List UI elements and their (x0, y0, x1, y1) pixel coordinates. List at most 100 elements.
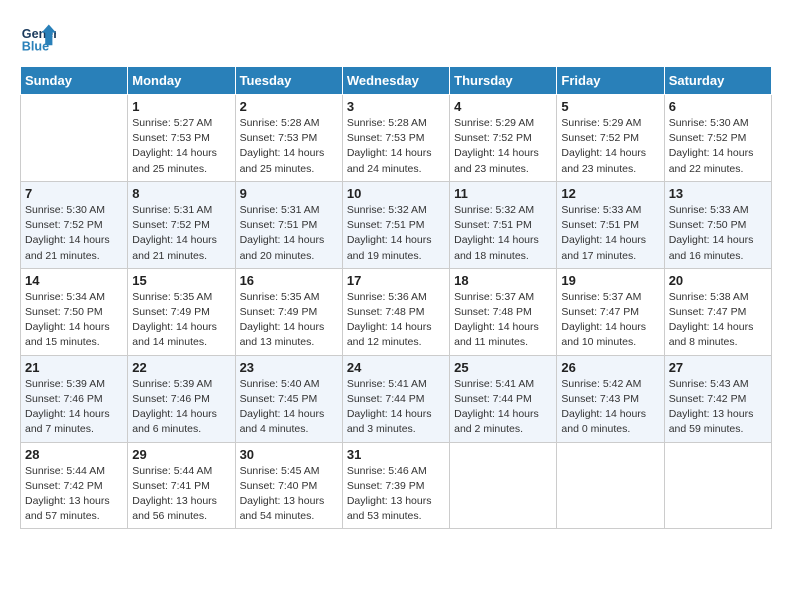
day-number: 31 (347, 447, 445, 462)
page-header: General Blue (20, 20, 772, 56)
calendar-cell: 1 Sunrise: 5:27 AM Sunset: 7:53 PM Daylig… (128, 95, 235, 182)
calendar-cell: 23Sunrise: 5:40 AM Sunset: 7:45 PM Dayli… (235, 355, 342, 442)
svg-text:Blue: Blue (22, 40, 49, 54)
day-number: 16 (240, 273, 338, 288)
week-row-2: 7 Sunrise: 5:30 AM Sunset: 7:52 PM Daylig… (21, 181, 772, 268)
day-number: 25 (454, 360, 552, 375)
day-number: 1 (132, 99, 230, 114)
day-number: 7 (25, 186, 123, 201)
calendar-cell: 27 Sunrise: 5:43 AM Sunset: 7:42 PM Dayli… (664, 355, 771, 442)
logo: General Blue (20, 20, 60, 56)
week-row-3: 14 Sunrise: 5:34 AM Sunset: 7:50 PM Dayli… (21, 268, 772, 355)
day-info: Sunrise: 5:33 AM Sunset: 7:51 PM Dayligh… (561, 203, 659, 264)
day-info: Sunrise: 5:27 AM Sunset: 7:53 PM Dayligh… (132, 116, 230, 177)
calendar-cell: 6Sunrise: 5:30 AM Sunset: 7:52 PM Daylig… (664, 95, 771, 182)
day-info: Sunrise: 5:45 AM Sunset: 7:40 PM Dayligh… (240, 464, 338, 525)
day-number: 15 (132, 273, 230, 288)
day-info: Sunrise: 5:41 AM Sunset: 7:44 PM Dayligh… (454, 377, 552, 438)
calendar-cell: 31 Sunrise: 5:46 AM Sunset: 7:39 PM Dayli… (342, 442, 449, 529)
day-number: 2 (240, 99, 338, 114)
day-info: Sunrise: 5:33 AM Sunset: 7:50 PM Dayligh… (669, 203, 767, 264)
day-number: 9 (240, 186, 338, 201)
day-number: 13 (669, 186, 767, 201)
day-info: Sunrise: 5:43 AM Sunset: 7:42 PM Dayligh… (669, 377, 767, 438)
weekday-header-sunday: Sunday (21, 67, 128, 95)
logo-icon: General Blue (20, 20, 56, 56)
day-number: 5 (561, 99, 659, 114)
calendar-cell (557, 442, 664, 529)
day-number: 18 (454, 273, 552, 288)
day-info: Sunrise: 5:32 AM Sunset: 7:51 PM Dayligh… (347, 203, 445, 264)
day-number: 3 (347, 99, 445, 114)
calendar-cell: 22 Sunrise: 5:39 AM Sunset: 7:46 PM Dayli… (128, 355, 235, 442)
day-number: 8 (132, 186, 230, 201)
calendar-cell (664, 442, 771, 529)
day-info: Sunrise: 5:44 AM Sunset: 7:41 PM Dayligh… (132, 464, 230, 525)
day-number: 22 (132, 360, 230, 375)
day-info: Sunrise: 5:44 AM Sunset: 7:42 PM Dayligh… (25, 464, 123, 525)
weekday-header-saturday: Saturday (664, 67, 771, 95)
calendar-cell: 30 Sunrise: 5:45 AM Sunset: 7:40 PM Dayli… (235, 442, 342, 529)
day-info: Sunrise: 5:46 AM Sunset: 7:39 PM Dayligh… (347, 464, 445, 525)
day-info: Sunrise: 5:28 AM Sunset: 7:53 PM Dayligh… (240, 116, 338, 177)
calendar-cell: 28 Sunrise: 5:44 AM Sunset: 7:42 PM Dayli… (21, 442, 128, 529)
calendar-cell: 18 Sunrise: 5:37 AM Sunset: 7:48 PM Dayli… (450, 268, 557, 355)
day-info: Sunrise: 5:37 AM Sunset: 7:47 PM Dayligh… (561, 290, 659, 351)
day-number: 27 (669, 360, 767, 375)
calendar-cell: 13 Sunrise: 5:33 AM Sunset: 7:50 PM Dayli… (664, 181, 771, 268)
calendar-cell: 16 Sunrise: 5:35 AM Sunset: 7:49 PM Dayli… (235, 268, 342, 355)
day-info: Sunrise: 5:36 AM Sunset: 7:48 PM Dayligh… (347, 290, 445, 351)
calendar-cell: 5 Sunrise: 5:29 AM Sunset: 7:52 PM Daylig… (557, 95, 664, 182)
day-info: Sunrise: 5:31 AM Sunset: 7:51 PM Dayligh… (240, 203, 338, 264)
day-number: 30 (240, 447, 338, 462)
day-info: Sunrise: 5:41 AM Sunset: 7:44 PM Dayligh… (347, 377, 445, 438)
day-info: Sunrise: 5:37 AM Sunset: 7:48 PM Dayligh… (454, 290, 552, 351)
calendar-cell: 2 Sunrise: 5:28 AM Sunset: 7:53 PM Daylig… (235, 95, 342, 182)
day-info: Sunrise: 5:28 AM Sunset: 7:53 PM Dayligh… (347, 116, 445, 177)
calendar-cell: 29Sunrise: 5:44 AM Sunset: 7:41 PM Dayli… (128, 442, 235, 529)
day-number: 14 (25, 273, 123, 288)
weekday-header-row: SundayMondayTuesdayWednesdayThursdayFrid… (21, 67, 772, 95)
day-info: Sunrise: 5:40 AM Sunset: 7:45 PM Dayligh… (240, 377, 338, 438)
calendar-cell (21, 95, 128, 182)
day-info: Sunrise: 5:39 AM Sunset: 7:46 PM Dayligh… (25, 377, 123, 438)
calendar-cell: 21Sunrise: 5:39 AM Sunset: 7:46 PM Dayli… (21, 355, 128, 442)
calendar-cell: 14 Sunrise: 5:34 AM Sunset: 7:50 PM Dayli… (21, 268, 128, 355)
day-info: Sunrise: 5:38 AM Sunset: 7:47 PM Dayligh… (669, 290, 767, 351)
day-number: 28 (25, 447, 123, 462)
day-number: 12 (561, 186, 659, 201)
calendar-cell: 10 Sunrise: 5:32 AM Sunset: 7:51 PM Dayli… (342, 181, 449, 268)
calendar-cell: 19Sunrise: 5:37 AM Sunset: 7:47 PM Dayli… (557, 268, 664, 355)
weekday-header-wednesday: Wednesday (342, 67, 449, 95)
day-info: Sunrise: 5:29 AM Sunset: 7:52 PM Dayligh… (561, 116, 659, 177)
weekday-header-friday: Friday (557, 67, 664, 95)
weekday-header-thursday: Thursday (450, 67, 557, 95)
calendar-table: SundayMondayTuesdayWednesdayThursdayFrid… (20, 66, 772, 529)
day-info: Sunrise: 5:32 AM Sunset: 7:51 PM Dayligh… (454, 203, 552, 264)
day-number: 20 (669, 273, 767, 288)
day-info: Sunrise: 5:29 AM Sunset: 7:52 PM Dayligh… (454, 116, 552, 177)
calendar-cell: 24 Sunrise: 5:41 AM Sunset: 7:44 PM Dayli… (342, 355, 449, 442)
calendar-cell: 9 Sunrise: 5:31 AM Sunset: 7:51 PM Daylig… (235, 181, 342, 268)
day-info: Sunrise: 5:35 AM Sunset: 7:49 PM Dayligh… (132, 290, 230, 351)
day-info: Sunrise: 5:39 AM Sunset: 7:46 PM Dayligh… (132, 377, 230, 438)
day-info: Sunrise: 5:35 AM Sunset: 7:49 PM Dayligh… (240, 290, 338, 351)
calendar-cell: 3 Sunrise: 5:28 AM Sunset: 7:53 PM Daylig… (342, 95, 449, 182)
day-number: 10 (347, 186, 445, 201)
week-row-5: 28 Sunrise: 5:44 AM Sunset: 7:42 PM Dayli… (21, 442, 772, 529)
calendar-cell: 12 Sunrise: 5:33 AM Sunset: 7:51 PM Dayli… (557, 181, 664, 268)
day-number: 4 (454, 99, 552, 114)
calendar-cell: 7 Sunrise: 5:30 AM Sunset: 7:52 PM Daylig… (21, 181, 128, 268)
day-number: 24 (347, 360, 445, 375)
calendar-cell: 25 Sunrise: 5:41 AM Sunset: 7:44 PM Dayli… (450, 355, 557, 442)
week-row-1: 1 Sunrise: 5:27 AM Sunset: 7:53 PM Daylig… (21, 95, 772, 182)
weekday-header-monday: Monday (128, 67, 235, 95)
day-info: Sunrise: 5:34 AM Sunset: 7:50 PM Dayligh… (25, 290, 123, 351)
calendar-cell: 8Sunrise: 5:31 AM Sunset: 7:52 PM Daylig… (128, 181, 235, 268)
calendar-cell (450, 442, 557, 529)
day-number: 26 (561, 360, 659, 375)
day-number: 11 (454, 186, 552, 201)
calendar-cell: 15 Sunrise: 5:35 AM Sunset: 7:49 PM Dayli… (128, 268, 235, 355)
day-info: Sunrise: 5:30 AM Sunset: 7:52 PM Dayligh… (25, 203, 123, 264)
week-row-4: 21Sunrise: 5:39 AM Sunset: 7:46 PM Dayli… (21, 355, 772, 442)
